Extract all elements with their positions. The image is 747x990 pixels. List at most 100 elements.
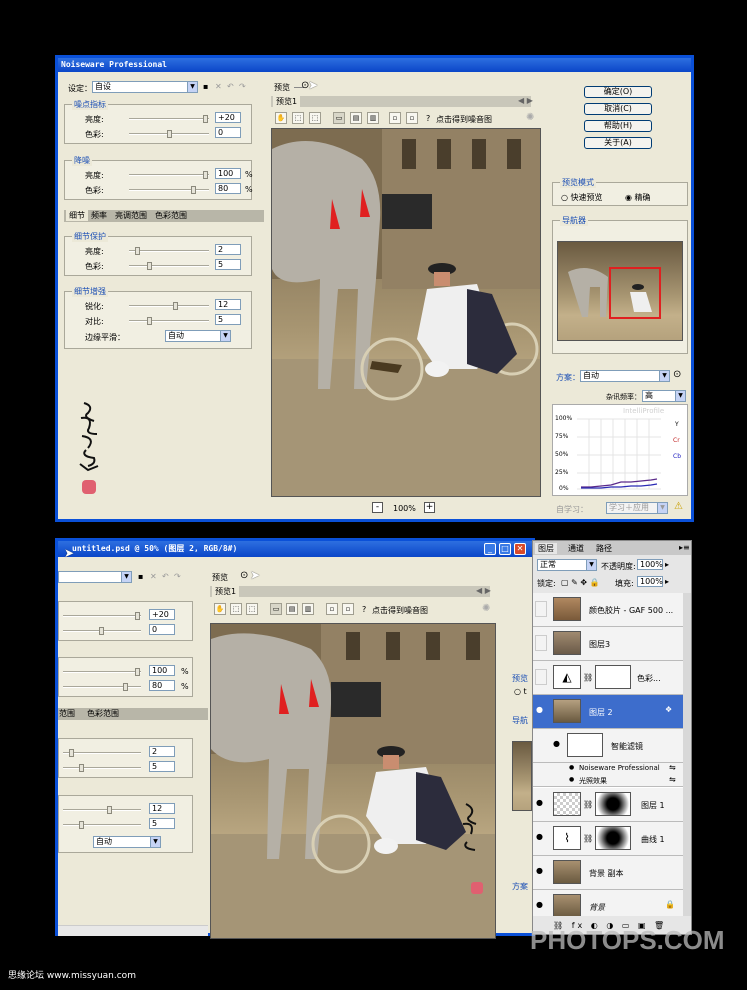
slider[interactable]: [63, 749, 141, 757]
filter-row[interactable]: ● Noiseware Professional ⇋: [533, 763, 683, 775]
fill-arrow-icon[interactable]: ▸: [665, 577, 669, 586]
slider[interactable]: [63, 821, 141, 829]
filter-options-icon[interactable]: ⇋: [669, 763, 676, 772]
slider-thumb[interactable]: [135, 247, 140, 255]
smart-filter-row[interactable]: ● 智能滤镜: [533, 729, 683, 763]
undo-icon[interactable]: ↶: [162, 572, 169, 581]
dp-brightness-input[interactable]: 2: [215, 244, 241, 255]
tab-detail[interactable]: 细节: [66, 210, 88, 221]
value-input[interactable]: 0: [149, 624, 175, 635]
split-view-icon[interactable]: ▤: [350, 112, 362, 124]
cancel-button[interactable]: 取消(C): [584, 103, 652, 115]
value-input[interactable]: 5: [149, 818, 175, 829]
side-view-icon[interactable]: ▥: [302, 603, 314, 615]
delete-icon[interactable]: ✕: [215, 82, 222, 91]
slider[interactable]: [63, 806, 141, 814]
nr-brightness-slider[interactable]: [129, 171, 209, 179]
value-input[interactable]: 2: [149, 746, 175, 757]
ok-button[interactable]: 确定(O): [584, 86, 652, 98]
eye-icon[interactable]: ●: [569, 776, 574, 783]
redo-icon[interactable]: ↷: [174, 572, 181, 581]
radio-partial[interactable]: ○ t: [514, 687, 527, 696]
radio-accurate[interactable]: ◉ 精确: [625, 192, 651, 203]
select-tool-icon[interactable]: ⬚: [309, 112, 321, 124]
nr-brightness-input[interactable]: 100: [215, 168, 241, 179]
slider-thumb[interactable]: [123, 683, 128, 691]
slider-thumb[interactable]: [79, 821, 84, 829]
nr-color-slider[interactable]: [129, 186, 209, 194]
visibility-toggle[interactable]: [535, 669, 547, 685]
tab-scroll-icon[interactable]: ◀ ▶: [476, 586, 491, 595]
nl-brightness-slider[interactable]: [129, 115, 209, 123]
about-button[interactable]: 关于(A): [584, 137, 652, 149]
layer-row-selected[interactable]: ● 图层 2 ❖: [533, 695, 683, 729]
tab-scroll-icon[interactable]: ◀ ▶: [518, 96, 533, 105]
layer-row[interactable]: ● 背景 🔒: [533, 890, 683, 916]
slider[interactable]: [63, 668, 141, 676]
save-icon[interactable]: ▪: [138, 572, 143, 581]
marquee-tool-icon[interactable]: ⬚: [230, 603, 242, 615]
value-input[interactable]: 5: [149, 761, 175, 772]
sharpen-slider[interactable]: [129, 302, 209, 310]
tab-paths[interactable]: 路径: [593, 543, 615, 554]
eye-icon[interactable]: ●: [553, 739, 560, 748]
edge-select[interactable]: 自动 ▼: [165, 330, 231, 342]
slider-thumb[interactable]: [147, 262, 152, 270]
hand-tool-icon[interactable]: ✋: [275, 112, 287, 124]
slider-thumb[interactable]: [135, 668, 140, 676]
zoom-out-button[interactable]: -: [372, 502, 383, 513]
settings-select-partial[interactable]: ▼: [58, 571, 132, 583]
slider-thumb[interactable]: [79, 764, 84, 772]
preview-tab[interactable]: 预览1: [273, 96, 301, 107]
new-preview-icon[interactable]: ▫: [389, 112, 401, 124]
slider-thumb[interactable]: [191, 186, 196, 194]
eye-icon[interactable]: ●: [536, 705, 543, 714]
dp-color-slider[interactable]: [129, 262, 209, 270]
slider[interactable]: [63, 612, 141, 620]
layer-row[interactable]: ● ⛓ 图层 1: [533, 788, 683, 822]
slider-thumb[interactable]: [167, 130, 172, 138]
scheme-select[interactable]: 自动 ▼: [580, 370, 670, 382]
slider[interactable]: [63, 764, 141, 772]
settings-select[interactable]: 自设 ▼: [92, 81, 198, 93]
dp-color-input[interactable]: 5: [215, 259, 241, 270]
nl-brightness-input[interactable]: +20: [215, 112, 241, 123]
slider-thumb[interactable]: [69, 749, 74, 757]
filter-options-icon[interactable]: ⇋: [669, 775, 676, 784]
layer-row[interactable]: ● ⌇ ⛓ 曲线 1: [533, 822, 683, 856]
dp-brightness-slider[interactable]: [129, 247, 209, 255]
maximize-button[interactable]: □: [499, 543, 511, 555]
lock-icons[interactable]: ▢ ✎ ✥ 🔒: [561, 578, 600, 587]
slider-thumb[interactable]: [107, 806, 112, 814]
filter-row[interactable]: ● 光照效果 ⇋: [533, 775, 683, 787]
fill-input[interactable]: 100%: [637, 576, 663, 587]
hand-tool-icon[interactable]: ✋: [214, 603, 226, 615]
tab-range-partial[interactable]: 范围: [56, 708, 78, 719]
copy-preview-icon[interactable]: ▫: [342, 603, 354, 615]
eye-icon[interactable]: ●: [536, 832, 543, 841]
side-view-icon[interactable]: ▥: [367, 112, 379, 124]
tab-channels[interactable]: 通道: [565, 543, 587, 554]
radio-fast[interactable]: ○ 快速预览: [561, 192, 603, 203]
tab-frequency[interactable]: 频率: [88, 210, 110, 221]
eye-icon[interactable]: ●: [536, 798, 543, 807]
preview-toggle-icon[interactable]: ⊙: [240, 570, 248, 581]
value-input[interactable]: 12: [149, 803, 175, 814]
single-view-icon[interactable]: ▭: [270, 603, 282, 615]
nr-color-input[interactable]: 80: [215, 183, 241, 194]
split-view-icon[interactable]: ▤: [286, 603, 298, 615]
value-input[interactable]: +20: [149, 609, 175, 620]
slider-thumb[interactable]: [135, 612, 140, 620]
slider[interactable]: [63, 683, 141, 691]
tab-tone-range[interactable]: 亮调范围: [112, 210, 150, 221]
layer-row[interactable]: 颜色胶片 - GAF 500 ...: [533, 593, 683, 627]
tab-layers[interactable]: 图层: [535, 543, 557, 554]
visibility-toggle[interactable]: [535, 601, 547, 617]
preview-tab[interactable]: 预览1: [212, 586, 240, 597]
select-tool-icon[interactable]: ⬚: [246, 603, 258, 615]
eye-icon[interactable]: ●: [569, 764, 574, 771]
layer-row[interactable]: 图层3: [533, 627, 683, 661]
layer-row[interactable]: ◭ ⛓ 色彩...: [533, 661, 683, 695]
blend-mode-select[interactable]: 正常 ▼: [537, 559, 597, 571]
navigator-thumbnail[interactable]: [557, 241, 683, 341]
